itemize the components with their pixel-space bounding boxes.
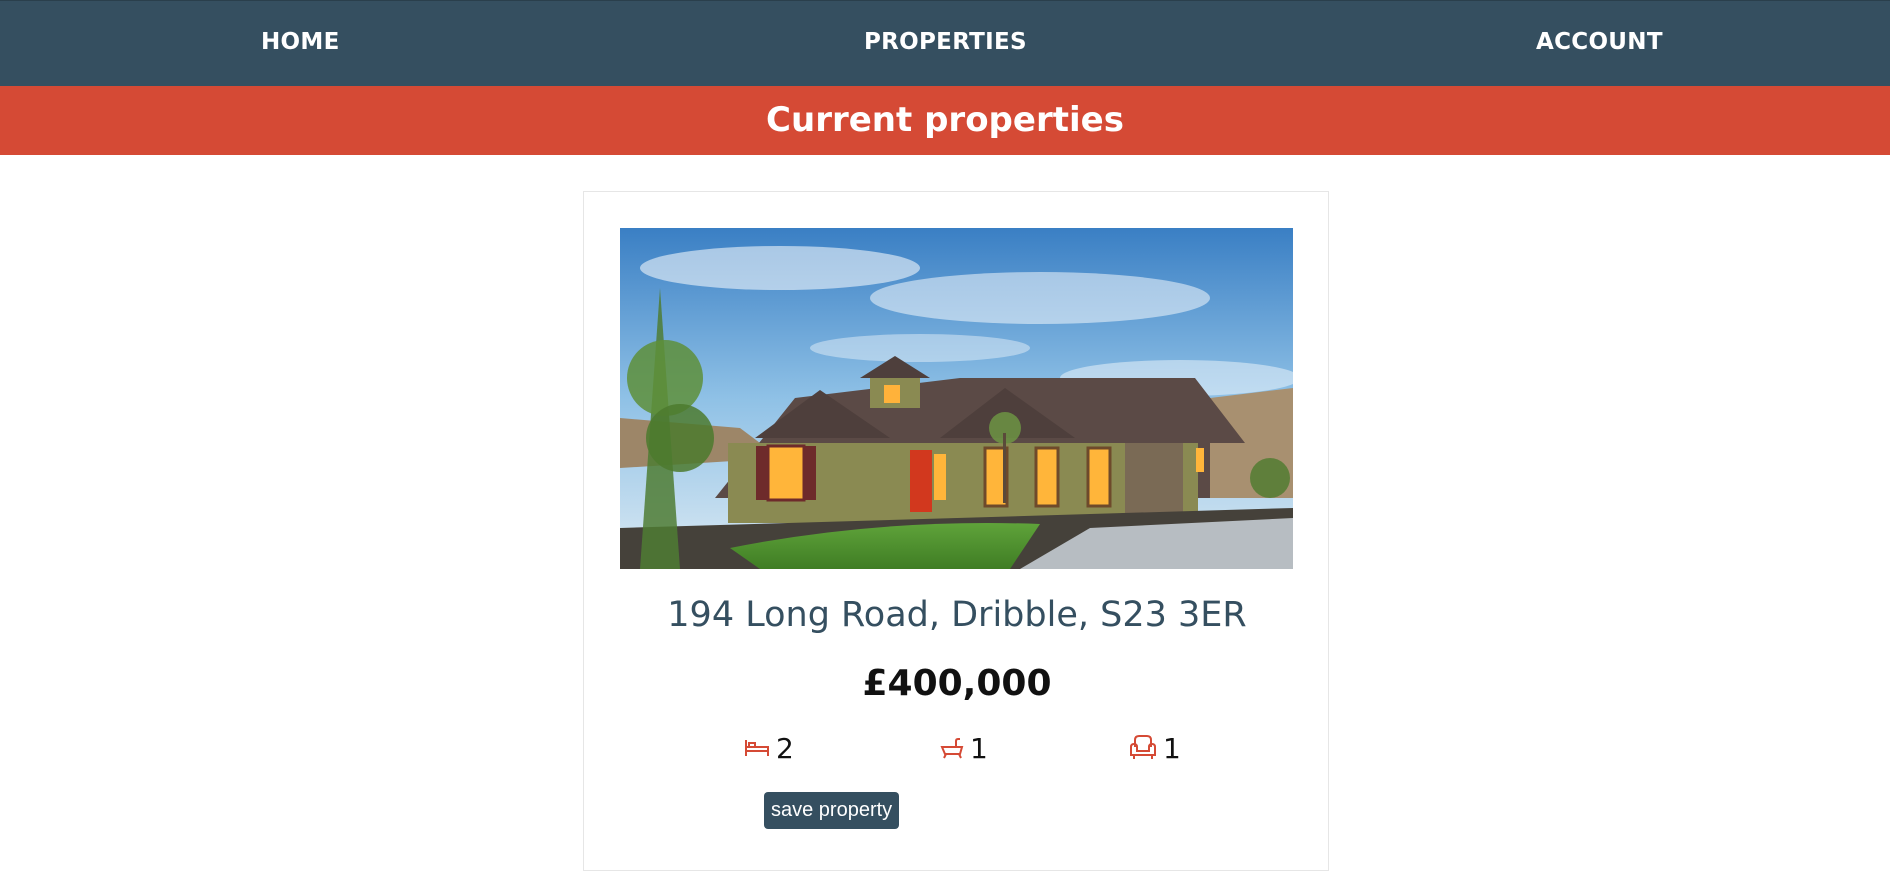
property-price: £400,000 (862, 663, 1052, 704)
bath-icon (940, 737, 964, 759)
property-address[interactable]: 194 Long Road, Dribble, S23 3ER (584, 595, 1330, 635)
page-title: Current properties (766, 100, 1124, 140)
save-property-button[interactable]: save property (764, 792, 900, 829)
bedrooms-count: 2 (776, 731, 794, 765)
nav-account-link[interactable]: ACCOUNT (1536, 29, 1663, 55)
house-image (620, 228, 1293, 569)
armchair-icon (1129, 734, 1157, 762)
nav-home-link[interactable]: HOME (261, 29, 340, 55)
bed-icon (744, 738, 770, 758)
page-banner: Current properties (0, 86, 1890, 155)
property-photo[interactable] (620, 228, 1293, 569)
top-navbar: HOME PROPERTIES ACCOUNT (0, 0, 1890, 86)
nav-properties-link[interactable]: PROPERTIES (864, 29, 1027, 55)
reception-count: 1 (1163, 731, 1181, 765)
property-card: 194 Long Road, Dribble, S23 3ER £400,000… (583, 191, 1329, 871)
bathrooms-count: 1 (970, 731, 988, 765)
bathrooms-feature: 1 (940, 731, 988, 765)
reception-feature: 1 (1129, 731, 1181, 765)
bedrooms-feature: 2 (744, 731, 794, 765)
